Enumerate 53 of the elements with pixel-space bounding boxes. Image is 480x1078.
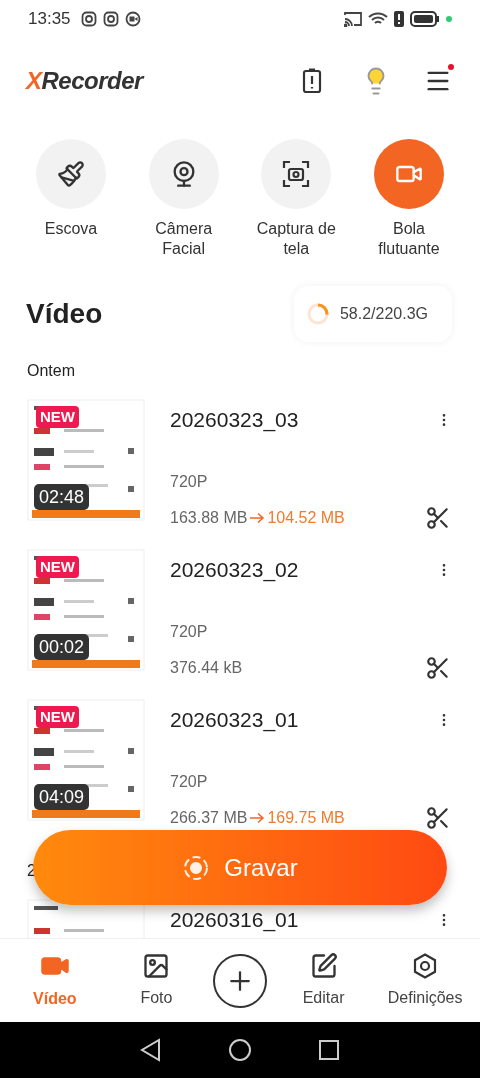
quick-action-button[interactable]: Bola flutuante xyxy=(358,139,459,259)
file-size: 266.37 MB xyxy=(170,807,248,828)
file-size: 376.44 kB xyxy=(170,657,243,678)
video-resolution: 720P xyxy=(170,471,209,492)
scissors-icon xyxy=(425,504,451,531)
section-title: Vídeo xyxy=(26,297,103,331)
new-badge: NEW xyxy=(36,556,79,578)
cast-icon xyxy=(344,11,362,27)
screenshot-icon xyxy=(281,159,312,189)
video-duration: 04:09 xyxy=(34,784,90,810)
storage-button[interactable]: 58.2/220.3G xyxy=(293,286,452,342)
new-badge: NEW xyxy=(36,706,79,728)
home-icon[interactable] xyxy=(228,1038,252,1062)
video-duration: 00:02 xyxy=(34,634,90,660)
nav-tab[interactable]: Definições xyxy=(380,951,471,1010)
quick-action-button[interactable]: Escova xyxy=(21,139,121,259)
quick-action-button[interactable]: Câmera Facial xyxy=(133,139,234,259)
nav-tab[interactable]: Foto xyxy=(111,951,202,1010)
video-name: 20260316_01 xyxy=(170,907,299,934)
nav-tab[interactable]: Editar xyxy=(278,951,369,1010)
recents-icon[interactable] xyxy=(318,1039,340,1061)
date-header: Ontem xyxy=(26,361,76,381)
phone-alert-icon xyxy=(302,68,322,94)
video-resolution: 720P xyxy=(170,621,209,642)
record-icon xyxy=(124,11,141,27)
camera-app-icon xyxy=(102,11,119,27)
record-icon xyxy=(182,853,211,882)
status-dot-icon xyxy=(446,16,452,22)
quick-action-button[interactable]: Captura de tela xyxy=(246,139,347,259)
video-name: 20260323_02 xyxy=(170,557,299,584)
image-icon xyxy=(142,951,171,980)
compressed-size: 169.75 MB xyxy=(267,807,345,828)
camera-app-icon xyxy=(80,11,97,27)
storage-ring-icon xyxy=(305,302,330,326)
video-duration: 02:48 xyxy=(34,484,90,510)
brush-icon xyxy=(57,160,85,188)
scissors-icon xyxy=(425,654,451,681)
file-size: 163.88 MB xyxy=(170,507,248,528)
compressed-size: 104.52 MB xyxy=(267,507,345,528)
alert-icon xyxy=(394,11,404,27)
edit-icon xyxy=(309,951,338,980)
app-logo: XRecorder xyxy=(26,66,143,96)
video-name: 20260323_01 xyxy=(170,707,299,734)
back-icon[interactable] xyxy=(140,1038,162,1062)
arrow-icon xyxy=(249,511,266,524)
scissors-icon xyxy=(425,804,451,831)
video-name: 20260323_03 xyxy=(170,407,299,434)
video-resolution: 720P xyxy=(170,771,209,792)
battery-icon xyxy=(410,11,440,27)
new-badge: NEW xyxy=(36,406,79,428)
arrow-icon xyxy=(249,811,266,824)
status-time: 13:35 xyxy=(28,8,71,31)
add-button[interactable] xyxy=(213,953,267,1008)
